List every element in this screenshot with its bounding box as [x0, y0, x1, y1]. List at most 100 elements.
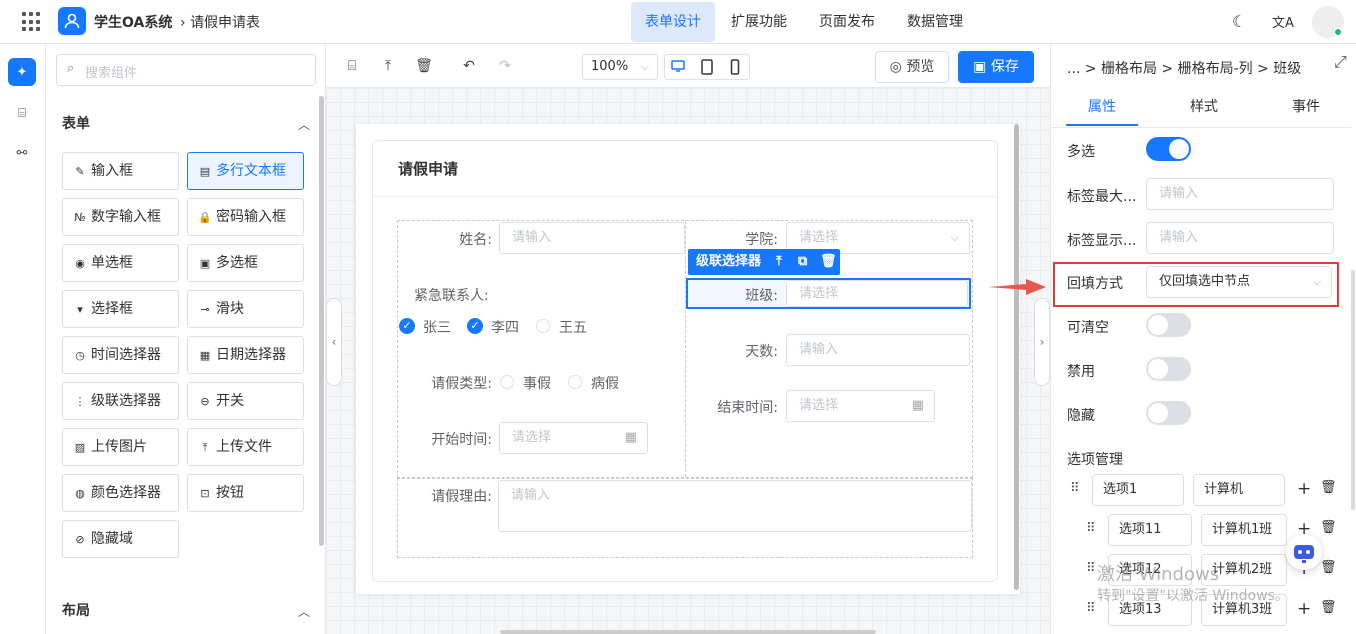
- option-label-input[interactable]: 选项1: [1092, 474, 1184, 506]
- panel-scrollbar[interactable]: [319, 96, 324, 546]
- tab-style[interactable]: 样式: [1154, 96, 1254, 116]
- nav-form-design[interactable]: 表单设计: [631, 2, 715, 42]
- multi-label: 多选: [1067, 144, 1095, 160]
- canvas-scrollbar[interactable]: [1014, 124, 1019, 590]
- online-status-dot: [1334, 28, 1342, 36]
- component-11[interactable]: ⊖ 开关: [187, 382, 304, 420]
- checkbox-wangwu[interactable]: [536, 319, 550, 333]
- component-icon: ⊡: [200, 487, 210, 500]
- start-time-input[interactable]: 请选择 ▦: [499, 422, 648, 454]
- nav-data[interactable]: 数据管理: [893, 2, 977, 42]
- translate-icon[interactable]: 文A: [1272, 12, 1294, 31]
- export-icon[interactable]: ⤒: [379, 58, 397, 74]
- component-9[interactable]: ▦ 日期选择器: [187, 336, 304, 374]
- option-value-input[interactable]: 计算机1班: [1201, 514, 1287, 546]
- add-icon[interactable]: +: [1297, 599, 1311, 619]
- component-5[interactable]: ▣ 多选框: [187, 244, 304, 282]
- trash-icon[interactable]: 🗑: [1320, 480, 1337, 495]
- fill-mode-select[interactable]: 仅回填选中节点 ⌵: [1146, 266, 1332, 298]
- component-3[interactable]: 🔒 密码输入框: [187, 198, 304, 236]
- component-15[interactable]: ⊡ 按钮: [187, 474, 304, 512]
- component-1[interactable]: ▤ 多行文本框: [187, 152, 304, 190]
- collapse-right-tab[interactable]: ›: [1034, 298, 1050, 386]
- tab-properties[interactable]: 属性: [1052, 96, 1152, 116]
- drag-handle-icon[interactable]: ⠿: [1086, 601, 1096, 616]
- multi-switch[interactable]: [1146, 137, 1191, 161]
- disabled-switch[interactable]: [1146, 357, 1191, 381]
- breadcrumb[interactable]: › 请假申请表: [180, 12, 260, 32]
- code-icon[interactable]: ⌸: [8, 99, 36, 127]
- canvas-horizontal-scrollbar[interactable]: [500, 630, 876, 634]
- option-value-input[interactable]: 计算机: [1193, 474, 1285, 506]
- form-title: 请假申请: [398, 160, 459, 178]
- name-input[interactable]: 请输入: [499, 222, 685, 254]
- phone-icon[interactable]: [728, 59, 742, 75]
- days-input[interactable]: 请输入: [786, 334, 970, 366]
- nav-publish[interactable]: 页面发布: [805, 2, 889, 42]
- tree-icon[interactable]: ⚯: [8, 139, 36, 167]
- hidden-switch[interactable]: [1146, 401, 1191, 425]
- college-label: 学院:: [745, 232, 778, 248]
- drag-handle-icon[interactable]: ⠿: [1086, 521, 1096, 536]
- component-12[interactable]: ▨ 上传图片: [62, 428, 179, 466]
- component-16[interactable]: ⊘ 隐藏域: [62, 520, 179, 558]
- undo-icon[interactable]: ↶: [460, 58, 478, 74]
- zoom-select[interactable]: 100% ⌵: [582, 54, 658, 80]
- tag-show-input[interactable]: 请输入: [1146, 222, 1334, 254]
- expand-icon[interactable]: ⤢: [1334, 52, 1347, 72]
- drag-handle-icon[interactable]: ⠿: [1086, 561, 1096, 576]
- delete-icon[interactable]: 🗑: [415, 58, 433, 74]
- search-input[interactable]: ⌕ 搜索组件: [56, 54, 316, 86]
- code-view-icon[interactable]: ⌸: [343, 58, 361, 74]
- clearable-switch[interactable]: [1146, 313, 1191, 337]
- end-time-input[interactable]: 请选择 ▦: [786, 390, 935, 422]
- radio-personal[interactable]: [500, 375, 514, 389]
- checkbox-zhangsan[interactable]: ✓: [399, 318, 415, 334]
- radio-sick[interactable]: [568, 375, 582, 389]
- copy-icon[interactable]: ⧉: [798, 249, 807, 275]
- save-button[interactable]: ▣ 保存: [958, 51, 1034, 83]
- component-icon: ⊸: [200, 303, 210, 316]
- component-label: 级联选择器: [91, 393, 161, 409]
- class-cascader[interactable]: 请选择: [786, 280, 968, 307]
- component-4[interactable]: ◉ 单选框: [62, 244, 179, 282]
- component-10[interactable]: ⋮ 级联选择器: [62, 382, 179, 420]
- tag-max-input[interactable]: 请输入: [1146, 178, 1334, 210]
- tablet-icon[interactable]: [700, 59, 714, 75]
- nav-extensions[interactable]: 扩展功能: [717, 2, 801, 42]
- pointer-arrow-icon: [988, 279, 1046, 295]
- component-label: 输入框: [91, 163, 133, 179]
- trash-icon[interactable]: 🗑: [1320, 520, 1337, 535]
- components-icon[interactable]: ✦: [8, 58, 36, 86]
- chevron-down-icon: ⌵: [950, 231, 959, 244]
- component-13[interactable]: ⤒ 上传文件: [187, 428, 304, 466]
- trash-icon[interactable]: 🗑: [1320, 560, 1337, 575]
- redo-icon[interactable]: ↷: [496, 58, 514, 74]
- assistant-robot-icon[interactable]: [1286, 534, 1322, 570]
- option-label-input[interactable]: 选项11: [1108, 514, 1192, 546]
- trash-icon[interactable]: 🗑: [820, 249, 837, 275]
- component-14[interactable]: ◍ 颜色选择器: [62, 474, 179, 512]
- apps-grid-icon[interactable]: [22, 12, 42, 32]
- reason-textarea[interactable]: 请输入: [498, 480, 972, 532]
- component-7[interactable]: ⊸ 滑块: [187, 290, 304, 328]
- drag-handle-icon[interactable]: ⠿: [1070, 481, 1080, 496]
- collapse-left-tab[interactable]: ‹: [326, 298, 342, 386]
- checkbox-lisi[interactable]: ✓: [467, 318, 483, 334]
- component-6[interactable]: ▾ 选择框: [62, 290, 179, 328]
- collapse-icon[interactable]: ︿: [298, 116, 310, 133]
- fill-mode-label: 回填方式: [1067, 276, 1123, 292]
- move-up-icon[interactable]: ⤒: [776, 249, 782, 275]
- tab-events[interactable]: 事件: [1256, 96, 1356, 116]
- trash-icon[interactable]: 🗑: [1320, 600, 1337, 615]
- component-0[interactable]: ✎ 输入框: [62, 152, 179, 190]
- component-8[interactable]: ◷ 时间选择器: [62, 336, 179, 374]
- desktop-icon[interactable]: [671, 59, 685, 75]
- collapse-layout-icon[interactable]: ︿: [298, 603, 310, 620]
- add-icon[interactable]: +: [1297, 479, 1311, 499]
- preview-button[interactable]: ◎ 预览: [875, 51, 949, 83]
- component-2[interactable]: № 数字输入框: [62, 198, 179, 236]
- component-icon: ⤒: [202, 441, 208, 454]
- props-scrollbar[interactable]: [1351, 270, 1355, 510]
- dark-mode-icon[interactable]: ☾: [1232, 12, 1246, 31]
